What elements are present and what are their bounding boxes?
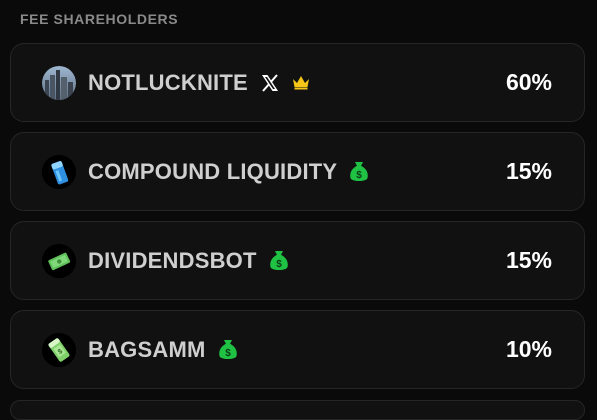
money-bag-icon: $ — [269, 250, 289, 272]
money-bag-icon: $ — [218, 339, 238, 361]
share-percentage: 15% — [505, 158, 552, 184]
share-percentage: 60% — [505, 69, 552, 95]
share-percentage: 15% — [505, 247, 552, 273]
avatar — [42, 154, 76, 189]
share-percentage: 10% — [505, 336, 552, 362]
shareholder-row[interactable]: NOTLUCKNITE 60% — [10, 43, 585, 122]
svg-text:$: $ — [356, 170, 362, 181]
section-title: FEE SHAREHOLDERS — [20, 11, 179, 27]
x-logo-icon[interactable] — [260, 73, 280, 93]
shareholder-name: DIVIDENDSBOT — [88, 247, 257, 273]
shareholder-name: COMPOUND LIQUIDITY — [88, 158, 338, 184]
avatar — [42, 65, 76, 100]
shareholder-row[interactable]: DIVIDENDSBOT $ 15% — [10, 221, 585, 300]
avatar — [42, 243, 76, 278]
svg-text:$: $ — [276, 259, 282, 270]
money-bag-icon: $ — [349, 161, 369, 183]
shareholder-name: BAGSAMM — [88, 336, 206, 362]
next-shareholder-row-edge — [10, 400, 585, 420]
crown-icon — [292, 75, 310, 90]
svg-text:$: $ — [225, 348, 231, 359]
shareholder-row[interactable]: COMPOUND LIQUIDITY $ 15% — [10, 132, 585, 211]
shareholder-list: NOTLUCKNITE 60% COMPOUND LIQUIDITY $ 15%… — [10, 43, 585, 399]
shareholder-row[interactable]: $ BAGSAMM $ 10% — [10, 310, 585, 389]
avatar: $ — [42, 332, 76, 367]
shareholder-name: NOTLUCKNITE — [88, 69, 248, 95]
